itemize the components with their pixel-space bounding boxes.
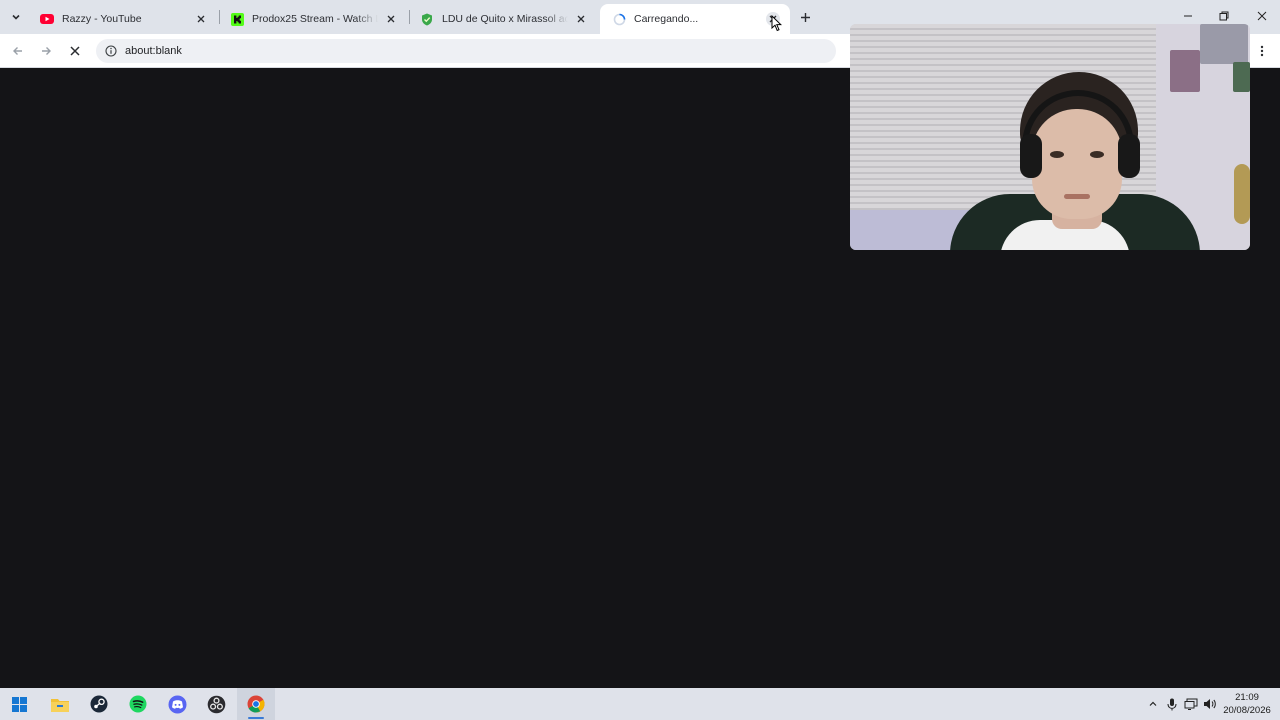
plus-icon [800, 12, 810, 22]
microphone-icon[interactable] [1164, 696, 1180, 712]
close-tab-icon[interactable] [574, 12, 588, 26]
steam-icon[interactable] [87, 692, 111, 716]
network-icon[interactable] [1183, 696, 1199, 712]
taskbar-clock[interactable]: 21:09 20/08/2026 [1220, 691, 1274, 717]
tab-loading[interactable]: Carregando... [600, 4, 790, 34]
person-mouth [1064, 194, 1090, 199]
headphone-left [1020, 134, 1042, 178]
stop-loading-button[interactable] [64, 40, 86, 62]
taskbar: 21:09 20/08/2026 [0, 688, 1280, 720]
tab-ldu-mirassol[interactable]: LDU de Quito x Mirassol ao vivo [408, 4, 598, 34]
address-bar-url[interactable]: about:blank [125, 45, 182, 57]
taskbar-active-indicator [248, 717, 264, 719]
browser-menu-button[interactable] [1252, 40, 1272, 62]
forward-button[interactable] [35, 40, 57, 62]
close-tab-icon[interactable] [384, 12, 398, 26]
tray-overflow-icon[interactable] [1145, 696, 1161, 712]
person-eye [1050, 151, 1064, 158]
new-tab-button[interactable] [795, 7, 815, 27]
minimize-icon [1184, 15, 1192, 17]
close-icon [70, 46, 80, 56]
discord-icon[interactable] [165, 692, 189, 716]
kick-icon [230, 12, 244, 26]
tab-search-button[interactable] [6, 7, 26, 27]
shield-icon [420, 12, 434, 26]
tab-title: Prodox25 Stream - Watch Live on Kick [252, 13, 378, 25]
file-explorer-icon[interactable] [48, 692, 72, 716]
close-tab-icon[interactable] [194, 12, 208, 26]
tab-title: Carregando... [634, 13, 699, 25]
person-eye [1090, 151, 1104, 158]
tab-youtube[interactable]: Razzy - YouTube [28, 4, 218, 34]
address-bar[interactable]: about:blank [96, 39, 836, 63]
arrow-left-icon [13, 47, 22, 55]
clock-date: 20/08/2026 [1223, 705, 1271, 716]
close-icon [1257, 11, 1267, 21]
chevron-down-icon [12, 14, 20, 20]
clock-time: 21:09 [1235, 692, 1259, 703]
more-vertical-icon [1260, 45, 1264, 57]
info-icon [105, 45, 117, 57]
wall-poster [1233, 62, 1250, 92]
obs-icon[interactable] [204, 692, 228, 716]
webcam-overlay [850, 24, 1250, 250]
windows-start-icon[interactable] [7, 692, 31, 716]
spotify-icon[interactable] [126, 692, 150, 716]
arrow-right-icon [42, 47, 51, 55]
chrome-icon[interactable] [244, 692, 268, 716]
headphone-right [1118, 134, 1140, 178]
volume-icon[interactable] [1202, 696, 1218, 712]
loading-spinner-icon [612, 12, 626, 26]
back-button[interactable] [7, 40, 29, 62]
youtube-icon [40, 12, 54, 26]
tab-kick-stream[interactable]: Prodox25 Stream - Watch Live on Kick [218, 4, 408, 34]
tab-title: Razzy - YouTube [62, 13, 142, 25]
mouse-cursor-icon [771, 15, 782, 32]
guitar [1234, 164, 1250, 224]
tab-title: LDU de Quito x Mirassol ao vivo [442, 13, 568, 25]
restore-icon [1219, 11, 1229, 21]
wall-poster [1170, 50, 1200, 92]
wall-poster [1200, 24, 1248, 64]
